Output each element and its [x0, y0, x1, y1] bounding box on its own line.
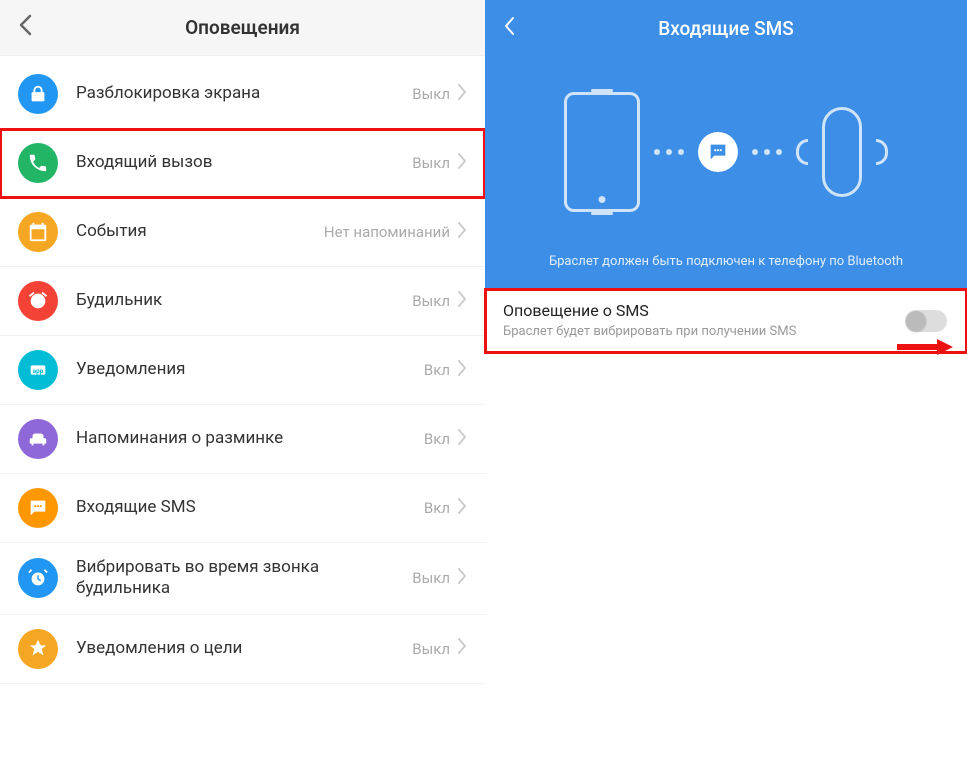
item-label: Разблокировка экрана: [76, 83, 412, 104]
setting-title: Оповещение о SMS: [503, 301, 893, 320]
item-status: Нет напоминаний: [324, 223, 450, 241]
chevron-right-icon: [458, 153, 467, 174]
chevron-right-icon: [458, 638, 467, 659]
list-item[interactable]: app УведомленияВкл: [0, 336, 485, 405]
alarm2-icon: [18, 558, 58, 598]
sms-alert-setting[interactable]: Оповещение о SMS Браслет будет вибрирова…: [485, 289, 967, 353]
lock-icon: [18, 74, 58, 114]
item-status: Вкл: [424, 361, 450, 379]
item-label: Уведомления о цели: [76, 638, 412, 659]
item-status: Выкл: [412, 85, 450, 103]
item-label: Входящие SMS: [76, 497, 424, 518]
item-status: Выкл: [412, 154, 450, 172]
item-status: Выкл: [412, 569, 450, 587]
header: Оповещения: [0, 0, 485, 56]
settings-list: Разблокировка экранаВыклВходящий вызовВы…: [0, 56, 485, 766]
alarm-icon: [18, 281, 58, 321]
list-item[interactable]: СобытияНет напоминаний: [0, 198, 485, 267]
list-item[interactable]: Разблокировка экранаВыкл: [0, 60, 485, 129]
item-label: События: [76, 221, 324, 242]
item-label: Входящий вызов: [76, 152, 412, 173]
sms-alert-toggle[interactable]: [905, 310, 947, 332]
list-item[interactable]: Вибрировать во время звонка будильникаВы…: [0, 543, 485, 615]
chevron-right-icon: [458, 84, 467, 105]
chevron-right-icon: [458, 360, 467, 381]
item-label: Будильник: [76, 290, 412, 311]
list-item[interactable]: Напоминания о разминкеВкл: [0, 405, 485, 474]
list-item[interactable]: Входящие SMSВкл: [0, 474, 485, 543]
phone-icon: [564, 92, 640, 212]
svg-text:app: app: [33, 367, 44, 375]
phone-icon: [18, 143, 58, 183]
back-button[interactable]: [18, 13, 32, 43]
item-label: Уведомления: [76, 359, 424, 380]
vibration-right-icon: [876, 139, 888, 165]
sms-detail-screen: Входящие SMS Браслет должен быть подключ…: [485, 0, 967, 766]
list-item[interactable]: Уведомления о целиВыкл: [0, 615, 485, 684]
dots-icon: [752, 149, 782, 155]
page-title: Входящие SMS: [485, 17, 967, 40]
hero-caption: Браслет должен быть подключен к телефону…: [549, 254, 903, 269]
sms-icon: [18, 488, 58, 528]
header: Входящие SMS: [485, 0, 967, 56]
chevron-right-icon: [458, 568, 467, 589]
dots-icon: [654, 149, 684, 155]
band-icon: [822, 107, 862, 197]
chevron-right-icon: [458, 498, 467, 519]
notifications-screen: Оповещения Разблокировка экранаВыклВходя…: [0, 0, 485, 766]
item-label: Вибрировать во время звонка будильника: [76, 557, 412, 600]
item-status: Вкл: [424, 430, 450, 448]
annotation-arrow-icon: [897, 339, 953, 355]
item-status: Вкл: [424, 499, 450, 517]
goal-icon: [18, 629, 58, 669]
hero-illustration: [564, 92, 888, 212]
chevron-right-icon: [458, 222, 467, 243]
vibration-left-icon: [796, 139, 808, 165]
hero-section: Браслет должен быть подключен к телефону…: [485, 56, 967, 289]
calendar-icon: [18, 212, 58, 252]
chevron-right-icon: [458, 291, 467, 312]
item-status: Выкл: [412, 640, 450, 658]
app-icon: app: [18, 350, 58, 390]
setting-subtitle: Браслет будет вибрировать при получении …: [503, 324, 893, 341]
back-button[interactable]: [503, 14, 515, 42]
couch-icon: [18, 419, 58, 459]
list-item[interactable]: Входящий вызовВыкл: [0, 129, 485, 198]
sms-bubble-icon: [698, 132, 738, 172]
item-status: Выкл: [412, 292, 450, 310]
chevron-right-icon: [458, 429, 467, 450]
item-label: Напоминания о разминке: [76, 428, 424, 449]
page-title: Оповещения: [0, 16, 485, 39]
list-item[interactable]: БудильникВыкл: [0, 267, 485, 336]
setting-text: Оповещение о SMS Браслет будет вибрирова…: [503, 301, 905, 341]
